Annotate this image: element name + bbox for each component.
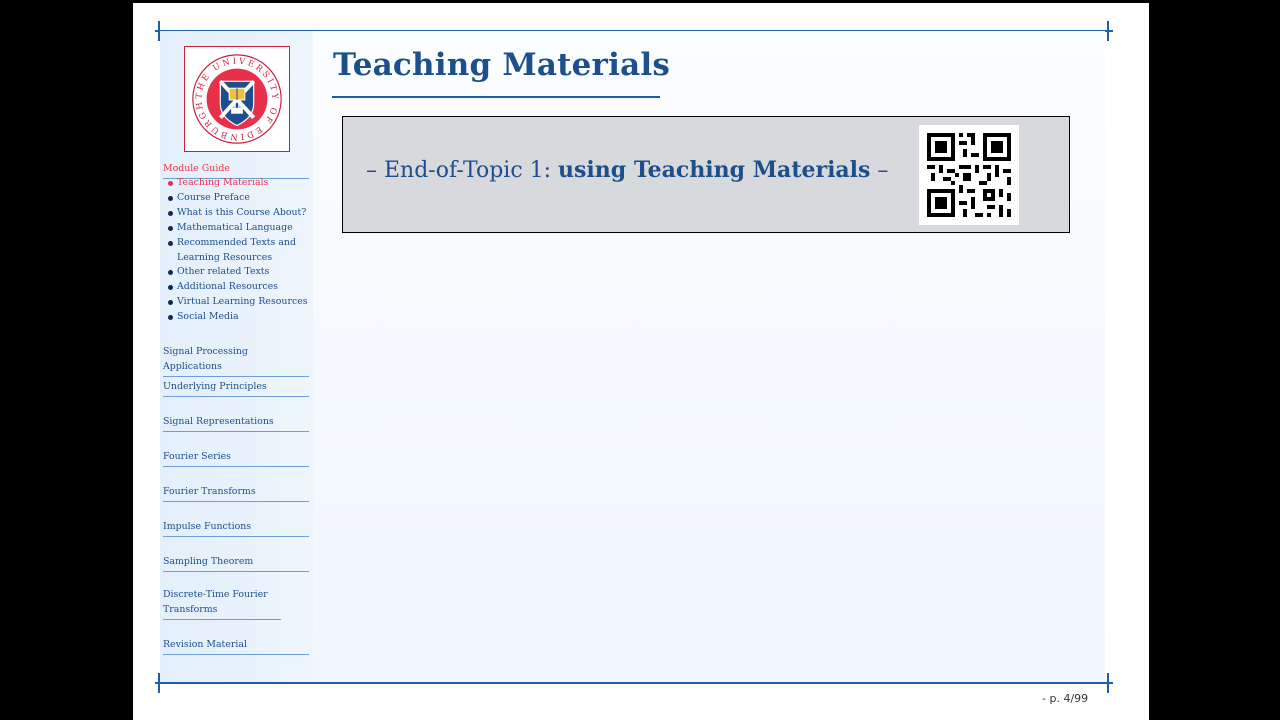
nav-item-label: Course Preface xyxy=(177,191,250,203)
bottom-frame-rule xyxy=(155,682,1113,684)
nav-item-label: Other related Texts xyxy=(177,266,270,278)
page-number: - p. 4/99 xyxy=(1042,692,1089,705)
end-of-topic-box: – End-of-Topic 1: using Teaching Materia… xyxy=(342,116,1070,233)
nav-item-other-related-texts[interactable]: Other related Texts xyxy=(167,265,312,280)
bullet-icon xyxy=(168,225,173,231)
nav-item-label: Additional Resources xyxy=(177,281,278,293)
nav-section-underlying-principles[interactable]: Underlying Principles xyxy=(163,379,309,397)
box-emphasis: using Teaching Materials xyxy=(558,157,871,183)
nav-section-fourier-series[interactable]: Fourier Series xyxy=(163,449,309,467)
bullet-icon xyxy=(168,210,173,216)
nav-item-label: Virtual Learning Resources xyxy=(177,296,308,308)
module-guide-subitems: Teaching Materials Course Preface What i… xyxy=(167,176,312,325)
nav-item-label: Social Media xyxy=(177,311,239,323)
nav-section-discrete-time-fourier-transforms[interactable]: Discrete-Time Fourier Transforms xyxy=(163,587,281,620)
nav-item-mathematical-language[interactable]: Mathematical Language xyxy=(167,221,312,236)
bullet-icon xyxy=(168,195,173,201)
qr-code-icon[interactable] xyxy=(919,125,1019,225)
top-right-tick xyxy=(1107,21,1109,41)
bullet-icon xyxy=(168,181,173,186)
nav-item-recommended-texts[interactable]: Recommended Texts and Learning Resources xyxy=(167,236,312,266)
nav-item-course-preface[interactable]: Course Preface xyxy=(167,191,312,206)
nav-item-label: Teaching Materials xyxy=(177,177,269,188)
title-underline xyxy=(332,96,660,98)
nav-section-fourier-transforms[interactable]: Fourier Transforms xyxy=(163,484,309,502)
bottom-right-tick xyxy=(1107,673,1109,693)
nav-section-sampling-theorem[interactable]: Sampling Theorem xyxy=(163,554,309,572)
nav-item-social-media[interactable]: Social Media xyxy=(167,310,312,325)
nav-item-label: Mathematical Language xyxy=(177,221,293,233)
bullet-icon xyxy=(168,300,173,306)
nav-item-label: What is this Course About? xyxy=(177,206,307,218)
bottom-left-tick xyxy=(158,673,160,693)
nav-item-teaching-materials[interactable]: Teaching Materials xyxy=(167,176,312,191)
nav-item-virtual-learning-resources[interactable]: Virtual Learning Resources xyxy=(167,295,312,310)
box-suffix: – xyxy=(870,158,889,183)
bullet-icon xyxy=(168,285,173,291)
university-logo: THE UNIVERSITY OF EDINBURGH xyxy=(184,46,290,152)
nav-section-revision-material[interactable]: Revision Material xyxy=(163,637,309,655)
nav-item-what-is-this-course-about[interactable]: What is this Course About? xyxy=(167,206,312,221)
bullet-icon xyxy=(168,270,173,276)
page-title: Teaching Materials xyxy=(333,47,670,83)
nav-section-signal-representations[interactable]: Signal Representations xyxy=(163,414,309,432)
nav-section-impulse-functions[interactable]: Impulse Functions xyxy=(163,519,309,537)
nav-item-label: Recommended Texts and Learning Resources xyxy=(177,236,296,263)
bullet-icon xyxy=(168,315,173,321)
box-prefix: – End-of-Topic 1: xyxy=(366,158,559,183)
end-of-topic-text: – End-of-Topic 1: using Teaching Materia… xyxy=(366,157,888,183)
nav-item-additional-resources[interactable]: Additional Resources xyxy=(167,280,312,295)
slide: THE UNIVERSITY OF EDINBURGH Module Guide… xyxy=(133,3,1149,720)
nav-section-signal-processing-applications[interactable]: Signal Processing Applications xyxy=(163,344,309,377)
bullet-icon xyxy=(168,240,173,246)
